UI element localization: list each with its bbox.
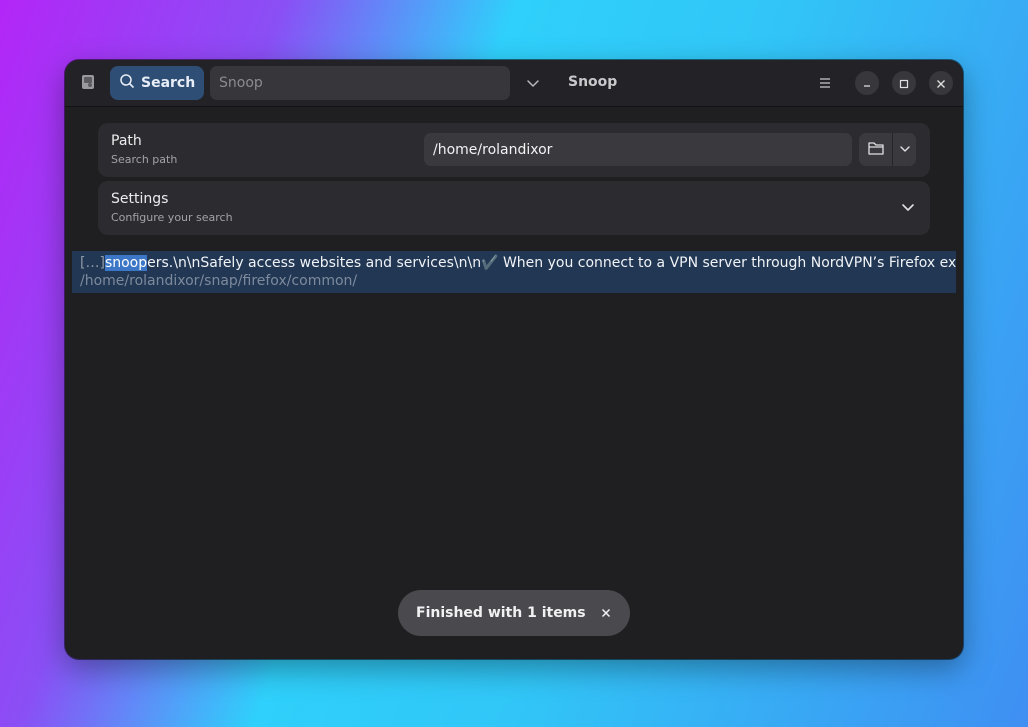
close-icon	[936, 74, 946, 93]
snippet-prefix: […]	[80, 255, 105, 271]
hamburger-menu-icon[interactable]	[815, 73, 835, 93]
path-row-subtitle: Search path	[111, 153, 178, 166]
chevron-down-icon[interactable]	[900, 200, 916, 216]
close-icon[interactable]	[598, 605, 614, 621]
settings-row-subtitle: Configure your search	[111, 211, 233, 224]
search-toggle-button[interactable]: Search	[110, 66, 204, 100]
path-input[interactable]	[424, 133, 852, 166]
window-title: Snoop	[568, 74, 618, 90]
settings-row-title: Settings	[111, 191, 169, 207]
path-row: Path Search path	[98, 123, 930, 177]
snippet-text: ers.\n\nSafely access websites and servi…	[147, 255, 956, 271]
chevron-down-icon	[899, 140, 911, 159]
minimize-icon	[862, 74, 872, 93]
app-logo-icon	[80, 74, 96, 90]
search-input[interactable]	[210, 66, 510, 100]
settings-row[interactable]: Settings Configure your search	[98, 181, 930, 235]
snippet-match: snoop	[104, 255, 148, 271]
result-path: /home/rolandixor/snap/firefox/common/	[80, 273, 358, 289]
search-toggle-label: Search	[141, 75, 196, 91]
close-window-button[interactable]	[929, 71, 953, 95]
header-bar: Search Snoop	[65, 60, 963, 107]
path-history-dropdown[interactable]	[892, 133, 916, 166]
maximize-icon	[899, 74, 909, 93]
result-snippet: […]snoopers.\n\nSafely access websites a…	[80, 255, 956, 271]
folder-picker-button[interactable]	[859, 133, 892, 166]
app-window: Search Snoop Snoop Path Search path /hom…	[65, 60, 963, 659]
minimize-button[interactable]	[855, 71, 879, 95]
result-row[interactable]: […]snoopers.\n\nSafely access websites a…	[72, 251, 956, 293]
maximize-button[interactable]	[892, 71, 916, 95]
folder-icon	[867, 140, 885, 160]
search-icon	[119, 73, 135, 93]
status-toast: Finished with 1 items	[398, 590, 630, 636]
chevron-down-icon[interactable]	[524, 74, 542, 92]
path-row-title: Path	[111, 133, 142, 149]
path-button-group	[859, 133, 916, 166]
toast-message: Finished with 1 items	[416, 605, 586, 621]
